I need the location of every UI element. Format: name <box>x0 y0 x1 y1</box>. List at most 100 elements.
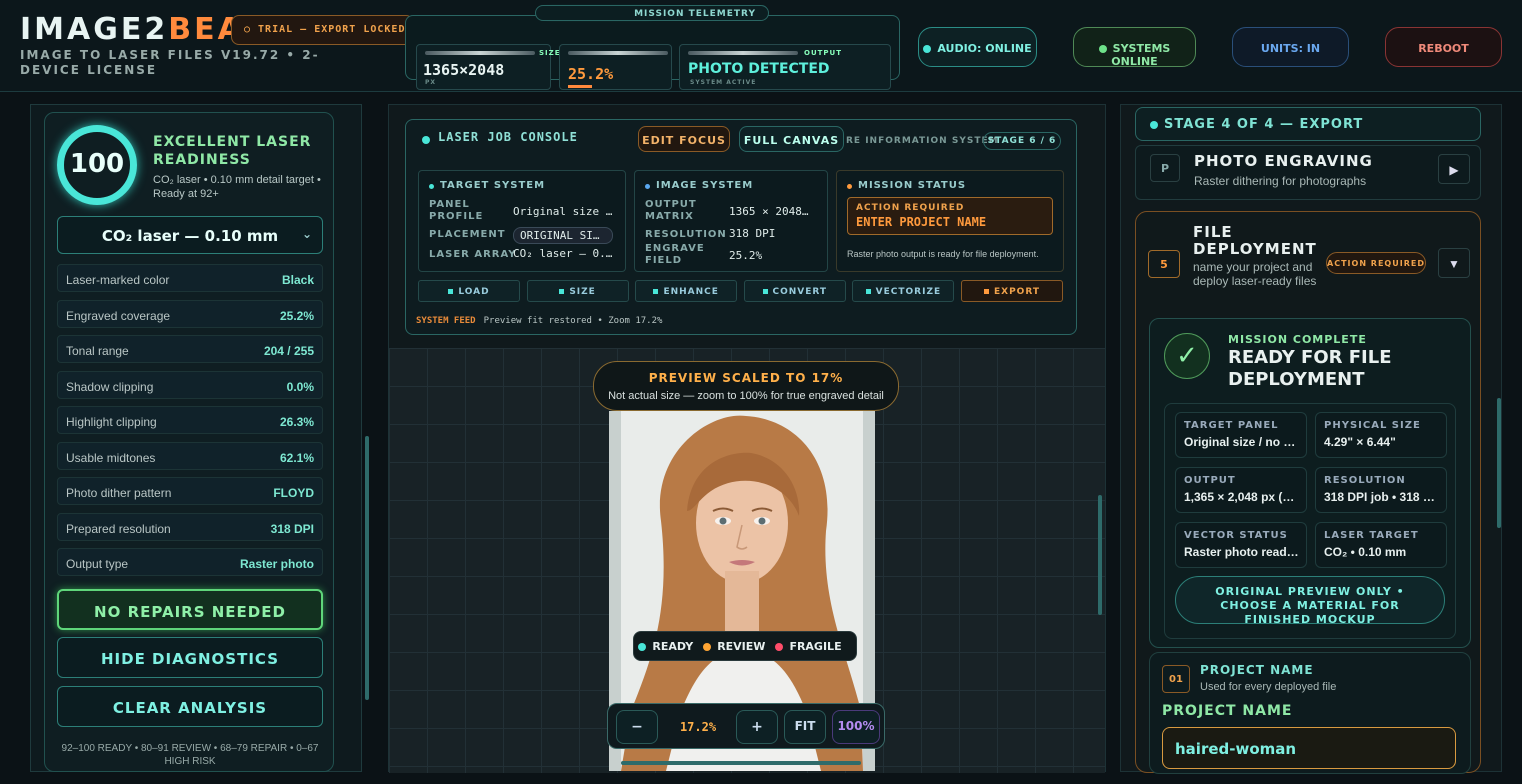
pipeline-step-vectorize[interactable]: VECTORIZE <box>852 280 955 302</box>
reboot-button[interactable]: REBOOT <box>1385 27 1502 67</box>
right-sidebar: STAGE 4 OF 4 — EXPORT P PHOTO ENGRAVING … <box>1120 104 1502 774</box>
canvas-v-scrollbar[interactable] <box>1098 495 1102 615</box>
zoom-controls: − 17.2% + FIT 100% <box>607 703 885 749</box>
metric-label: Output type <box>66 557 129 571</box>
placement-tag: ORIGINAL SI… <box>513 227 613 244</box>
pipeline-step-enhance[interactable]: ENHANCE <box>635 280 738 302</box>
stage-header: STAGE 4 OF 4 — EXPORT <box>1135 107 1481 141</box>
project-name-section: 01 PROJECT NAME Used for every deployed … <box>1149 652 1471 774</box>
right-scrollbar[interactable] <box>1497 398 1501 528</box>
mission-status-card: MISSION STATUS ACTION REQUIRED ENTER PRO… <box>836 170 1064 272</box>
step-icon <box>448 289 454 294</box>
metric-row: Output type Raster photo <box>57 548 323 576</box>
score-legend: 92–100 READY • 80–91 REVIEW • 68–79 REPA… <box>61 743 319 767</box>
metric-row: Tonal range 204 / 255 <box>57 335 323 363</box>
audio-toggle[interactable]: AUDIO: ONLINE <box>918 27 1037 67</box>
left-scrollbar[interactable] <box>365 436 369 700</box>
zoom-in-button[interactable]: + <box>736 710 778 744</box>
canvas-h-scrollbar[interactable] <box>621 761 861 765</box>
info-system-label: RE INFORMATION SYSTEM <box>846 136 999 146</box>
zoom-100-button[interactable]: 100% <box>832 710 880 744</box>
collapse-icon[interactable]: ▼ <box>1438 248 1470 278</box>
size-value: 1365×2048 <box>423 61 505 79</box>
summary-grid: TARGET PANEL Original size / no … PHYSICAL… <box>1164 403 1456 639</box>
no-repairs-button[interactable]: NO REPAIRS NEEDED <box>57 589 323 630</box>
metric-value: 318 DPI <box>270 521 314 536</box>
metric-value: 204 / 255 <box>263 344 314 358</box>
systems-status[interactable]: SYSTEMS ONLINE <box>1073 27 1196 68</box>
mission-complete-title: READY FOR FILE DEPLOYMENT <box>1228 347 1392 390</box>
telemetry-label: MISSION TELEMETRY <box>535 5 769 21</box>
telemetry-panel: SIZE 1365×2048 PX 25.2% OUTPUT PHOTO DET… <box>405 15 900 90</box>
readiness-card: 100 EXCELLENT LASER READINESS CO₂ laser … <box>44 112 334 772</box>
project-name-label: PROJECT NAME <box>1162 703 1293 719</box>
metric-label: Usable midtones <box>66 450 156 465</box>
step-icon <box>559 289 565 294</box>
image-system-card: IMAGE SYSTEM OUTPUT MATRIX 1365 × 2048… … <box>634 170 828 272</box>
stage-badge: STAGE 6 / 6 <box>983 132 1061 150</box>
metric-row: Laser-marked color Black <box>57 264 323 292</box>
readiness-title: EXCELLENT LASER READINESS <box>153 134 312 168</box>
pipeline-step-load[interactable]: LOAD <box>418 280 520 302</box>
status-chip-fragile: FRAGILE <box>775 640 842 653</box>
file-deployment-step: 5 FILE DEPLOYMENT name your project and … <box>1135 211 1481 774</box>
systems-status-icon <box>1098 45 1107 53</box>
fit-button[interactable]: FIT <box>784 710 826 744</box>
readiness-subtitle: CO₂ laser • 0.10 mm detail target • Read… <box>153 174 321 200</box>
metric-row: Prepared resolution 318 DPI <box>57 512 323 541</box>
summary-item: VECTOR STATUS Raster photo read… <box>1175 522 1307 568</box>
play-icon[interactable]: ▶ <box>1438 154 1470 184</box>
units-toggle[interactable]: UNITS: IN <box>1232 27 1349 67</box>
summary-item: OUTPUT 1,365 × 2,048 px (… <box>1175 467 1307 513</box>
step-badge: P <box>1150 154 1180 182</box>
step-number: 5 <box>1148 250 1180 278</box>
mission-note: Raster photo output is ready for file de… <box>847 249 1039 259</box>
summary-item: RESOLUTION 318 DPI job • 318 … <box>1315 467 1447 513</box>
pipeline-step-convert[interactable]: CONVERT <box>743 280 846 302</box>
audio-status-icon <box>923 45 932 53</box>
project-name-title: PROJECT NAME <box>1200 663 1314 677</box>
system-feed: SYSTEM FEED Preview fit restored • Zoom 1… <box>416 316 663 326</box>
step-icon <box>653 289 659 294</box>
metric-label: Laser-marked color <box>66 273 170 287</box>
top-bar: IMAGE2BEAM IMAGE TO LASER FILES V19.72 •… <box>0 0 1522 92</box>
metric-value: 26.3% <box>279 415 314 429</box>
full-canvas-button[interactable]: FULL CANVAS <box>739 126 844 152</box>
action-required-box[interactable]: ACTION REQUIRED ENTER PROJECT NAME <box>847 197 1053 235</box>
chip-dot-icon <box>775 643 784 651</box>
photo-engraving-step[interactable]: P PHOTO ENGRAVING Raster dithering for p… <box>1135 145 1481 200</box>
telemetry-output: OUTPUT PHOTO DETECTED SYSTEM ACTIVE <box>679 44 891 90</box>
check-icon: ✓ <box>1164 333 1210 379</box>
status-chip-ready: READY <box>638 640 693 653</box>
summary-item: TARGET PANEL Original size / no … <box>1175 412 1307 458</box>
metric-label: Shadow clipping <box>66 379 154 394</box>
status-chip-review: REVIEW <box>703 640 765 653</box>
readiness-score: 100 <box>57 125 137 205</box>
console-title: LASER JOB CONSOLE <box>438 130 578 144</box>
metric-value: 0.0% <box>286 379 314 394</box>
project-name-input[interactable]: haired-woman <box>1162 727 1456 769</box>
metric-row: Usable midtones 62.1% <box>57 441 323 470</box>
chip-dot-icon <box>703 643 712 651</box>
trial-badge[interactable]: ○ TRIAL — EXPORT LOCKED <box>231 15 414 45</box>
pipeline-step-export[interactable]: EXPORT <box>961 280 1063 302</box>
clear-analysis-button[interactable]: CLEAR ANALYSIS <box>57 686 323 727</box>
edit-focus-button[interactable]: EDIT FOCUS <box>638 126 730 152</box>
metric-value: 25.2% <box>279 308 314 323</box>
main-workspace: LASER JOB CONSOLE EDIT FOCUS FULL CANVAS… <box>388 104 1106 773</box>
metric-row: Highlight clipping 26.3% <box>57 406 323 434</box>
hide-diagnostics-button[interactable]: HIDE DIAGNOSTICS <box>57 637 323 678</box>
laser-select[interactable]: CO₂ laser — 0.10 mm ⌄ <box>57 216 323 254</box>
step-icon <box>865 289 871 294</box>
metric-value: 62.1% <box>279 450 314 465</box>
project-step-number: 01 <box>1162 665 1190 693</box>
zoom-out-button[interactable]: − <box>616 710 658 744</box>
telemetry-size: SIZE 1365×2048 PX <box>416 44 560 90</box>
pipeline-step-size[interactable]: SIZE <box>526 280 629 302</box>
step-subtitle: Raster dithering for photographs <box>1194 174 1367 188</box>
coverage-meter <box>568 85 592 88</box>
step-title: PHOTO ENGRAVING <box>1194 152 1373 170</box>
mission-icon <box>847 184 852 189</box>
material-mockup-button[interactable]: ORIGINAL PREVIEW ONLY • CHOOSE A MATERIA… <box>1175 576 1445 626</box>
metric-label: Highlight clipping <box>66 415 157 429</box>
